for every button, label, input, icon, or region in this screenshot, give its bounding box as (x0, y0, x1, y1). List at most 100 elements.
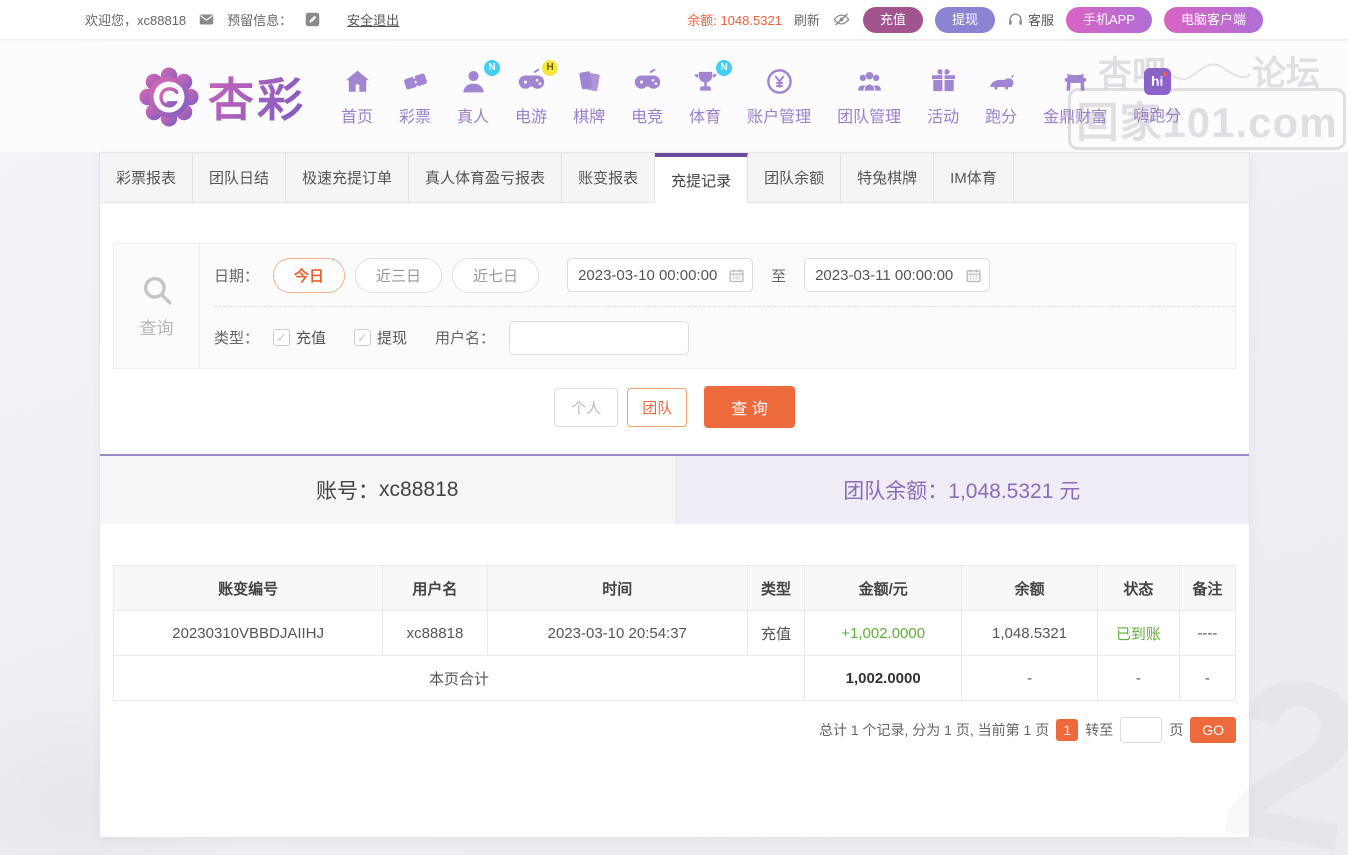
nav-item-live[interactable]: N 真人 (457, 67, 489, 127)
logo-flower-icon (138, 66, 200, 128)
nav-item-egames[interactable]: H 电游 (515, 67, 547, 127)
withdraw-checkbox-label: 提现 (377, 327, 407, 348)
live-person-icon (459, 67, 488, 96)
nav-label: 棋牌 (573, 103, 605, 127)
pc-client-button[interactable]: 电脑客户端 (1164, 7, 1263, 33)
date-from-input[interactable] (567, 258, 753, 292)
tab-live-sports-pnl[interactable]: 真人体育盈亏报表 (409, 153, 562, 202)
account-summary-bar: 账号： xc88818 团队余额： 1,048.5321 元 (100, 454, 1249, 524)
edit-icon[interactable] (304, 11, 321, 28)
col-header-username: 用户名 (383, 566, 487, 611)
current-page-badge[interactable]: 1 (1056, 719, 1078, 741)
team-icon (855, 67, 884, 96)
goto-label: 转至 (1085, 720, 1113, 740)
col-header-change-id: 账变编号 (114, 566, 383, 611)
recharge-checkbox[interactable]: ✓ (273, 329, 290, 346)
date-to-input[interactable] (804, 258, 990, 292)
tab-team-balance[interactable]: 团队余额 (748, 153, 841, 202)
tab-recharge-withdraw-record[interactable]: 充提记录 (655, 153, 748, 203)
withdraw-checkbox[interactable]: ✓ (354, 329, 371, 346)
team-button[interactable]: 团队 (627, 388, 687, 427)
type-filter-row: 类型： ✓ 充值 ✓ 提现 用户名： (214, 306, 1235, 368)
account-number: 账号： xc88818 (100, 456, 675, 524)
nav-label: 账户管理 (747, 103, 811, 127)
username-input[interactable] (509, 321, 689, 355)
tab-chess-special[interactable]: 特兔棋牌 (841, 153, 934, 202)
nav-item-esports[interactable]: 电竞 (631, 67, 663, 127)
logout-link[interactable]: 安全退出 (347, 10, 399, 29)
nav-item-home[interactable]: 首页 (341, 67, 373, 127)
nav-item-paofen[interactable]: 跑分 (985, 67, 1017, 127)
tab-fast-orders[interactable]: 极速充提订单 (286, 153, 409, 202)
nav-label: 彩票 (399, 103, 431, 127)
col-header-remark: 备注 (1179, 566, 1235, 611)
nav-item-lottery[interactable]: 彩票 (399, 67, 431, 127)
team-balance-value: 1,048.5321 元 (948, 475, 1080, 505)
page-unit-label: 页 (1169, 720, 1183, 740)
new-badge: N (484, 60, 500, 76)
topbar: 欢迎您，xc88818 预留信息： 安全退出 余额: 1048.5321 刷新 … (0, 0, 1348, 40)
tab-lottery-report[interactable]: 彩票报表 (100, 153, 193, 202)
nav-label: 嗨跑分 (1133, 102, 1181, 126)
go-button[interactable]: GO (1190, 717, 1236, 743)
nav-item-jinding[interactable]: 金鼎财富 (1043, 67, 1107, 127)
nav-item-hipaofen[interactable]: hi 嗨跑分 (1133, 68, 1181, 126)
recharge-button[interactable]: 充值 (863, 7, 923, 33)
nav-item-activity[interactable]: 活动 (927, 67, 959, 127)
cell-amount: +1,002.0000 (805, 611, 962, 656)
tab-im-sports[interactable]: IM体育 (934, 153, 1014, 202)
nav-item-chess[interactable]: 棋牌 (573, 67, 605, 127)
customer-service-link[interactable]: 客服 (1007, 10, 1054, 29)
recharge-checkbox-group[interactable]: ✓ 充值 (273, 327, 326, 348)
nav-label: 首页 (341, 103, 373, 127)
footer-status: - (1097, 656, 1179, 701)
withdraw-button[interactable]: 提现 (935, 7, 995, 33)
nav-item-sports[interactable]: N 体育 (689, 67, 721, 127)
records-table: 账变编号 用户名 时间 类型 金额/元 余额 状态 备注 20230310VBB… (113, 565, 1236, 701)
col-header-status: 状态 (1097, 566, 1179, 611)
gift-icon (929, 67, 958, 96)
eye-off-icon[interactable] (832, 10, 851, 29)
site-logo[interactable]: 杏彩 (138, 64, 306, 130)
col-header-amount: 金额/元 (805, 566, 962, 611)
search-panel-label: 查询 (140, 314, 174, 339)
date-filter-row: 日期： 今日 近三日 近七日 至 (214, 244, 1235, 306)
nav-label: 团队管理 (837, 103, 901, 127)
footer-remark: - (1179, 656, 1235, 701)
type-label: 类型： (214, 327, 259, 348)
service-label: 客服 (1028, 10, 1054, 29)
esports-icon (633, 67, 662, 96)
mail-icon[interactable] (198, 11, 215, 28)
team-balance: 团队余额： 1,048.5321 元 (675, 456, 1250, 524)
cell-type: 充值 (747, 611, 804, 656)
nav-item-team[interactable]: 团队管理 (837, 67, 901, 127)
query-button[interactable]: 查 询 (704, 386, 794, 428)
team-balance-label: 团队余额： (843, 475, 948, 505)
cell-balance: 1,048.5321 (962, 611, 1098, 656)
mobile-app-button[interactable]: 手机APP (1066, 7, 1152, 33)
refresh-link[interactable]: 刷新 (794, 10, 820, 29)
new-badge: N (716, 60, 732, 76)
tab-account-change[interactable]: 账变报表 (562, 153, 655, 202)
nav-label: 跑分 (985, 103, 1017, 127)
reserved-info-label: 预留信息： (227, 10, 292, 29)
personal-button[interactable]: 个人 (554, 388, 618, 427)
gamepad-icon (517, 67, 546, 96)
range-7days-button[interactable]: 近七日 (452, 258, 539, 293)
table-row: 20230310VBBDJAIIHJ xc88818 2023-03-10 20… (114, 611, 1236, 656)
nav-label: 活动 (927, 103, 959, 127)
withdraw-checkbox-group[interactable]: ✓ 提现 (354, 327, 407, 348)
content-panel: 彩票报表 团队日结 极速充提订单 真人体育盈亏报表 账变报表 充提记录 团队余额… (99, 152, 1250, 838)
nav-label: 电竞 (631, 103, 663, 127)
range-3days-button[interactable]: 近三日 (355, 258, 442, 293)
col-header-time: 时间 (487, 566, 747, 611)
cell-status: 已到账 (1097, 611, 1179, 656)
rhino-icon (987, 67, 1016, 96)
footer-amount: 1,002.0000 (805, 656, 962, 701)
goto-page-input[interactable] (1120, 717, 1162, 743)
nav-item-account[interactable]: 账户管理 (747, 67, 811, 127)
tab-team-daily[interactable]: 团队日结 (193, 153, 286, 202)
hot-badge: H (542, 60, 558, 76)
range-today-button[interactable]: 今日 (273, 258, 345, 293)
recharge-checkbox-label: 充值 (296, 327, 326, 348)
